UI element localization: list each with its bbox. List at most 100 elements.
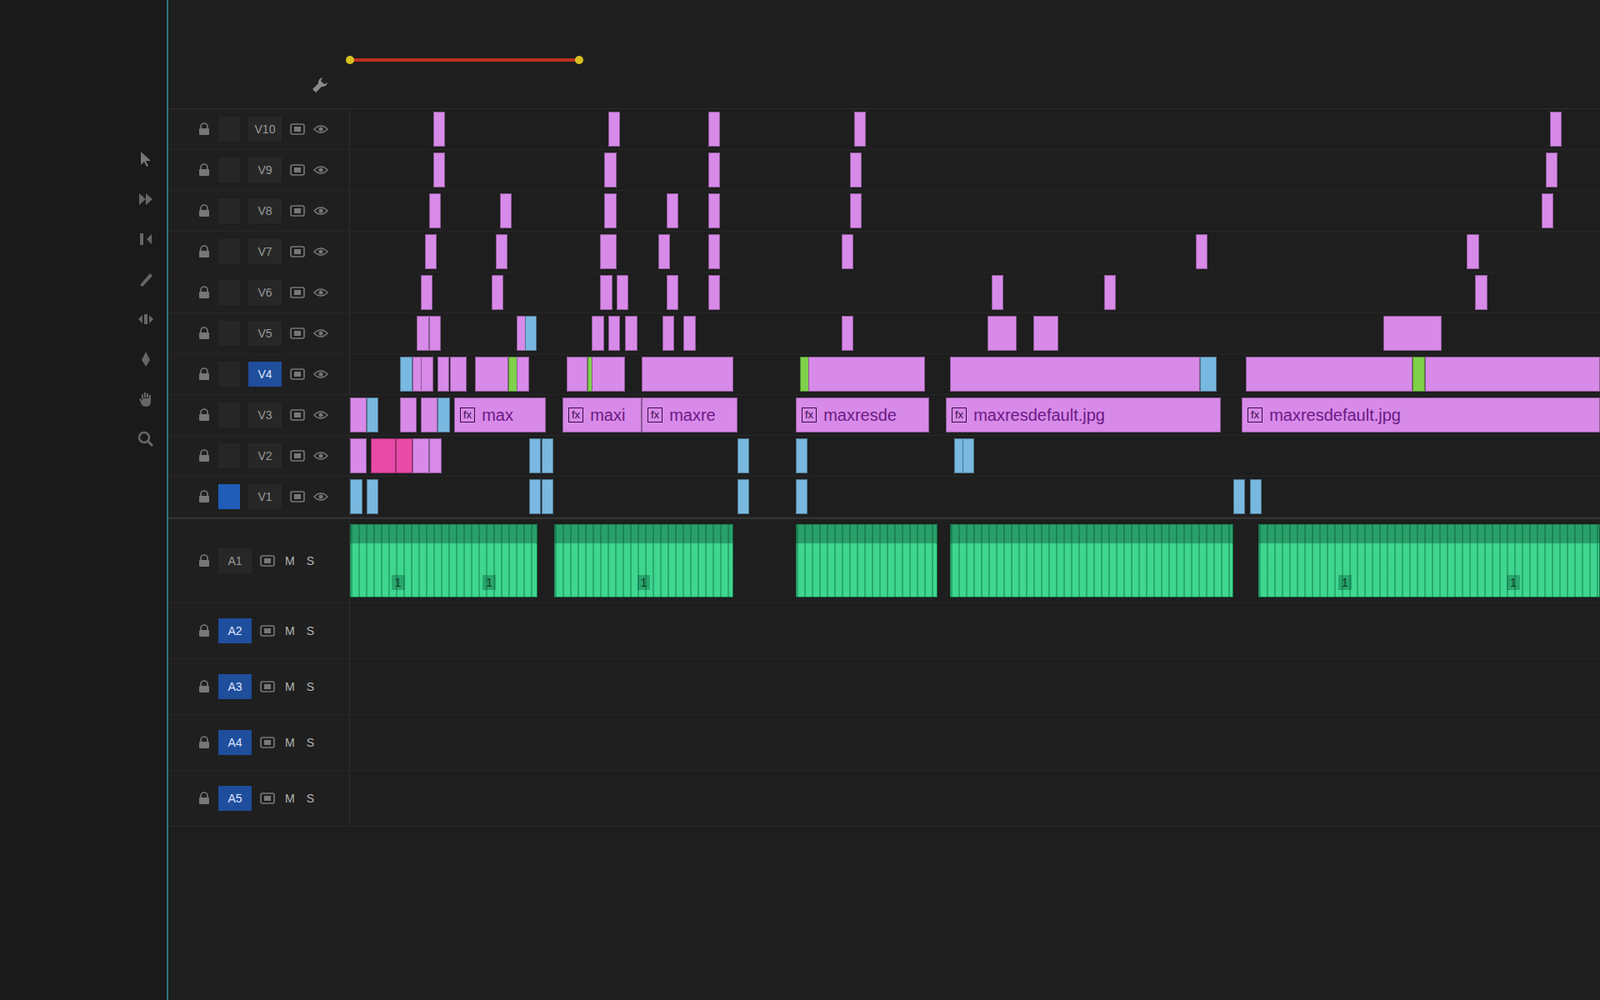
mute-button[interactable]: M bbox=[283, 680, 297, 694]
ruler-bar[interactable] bbox=[350, 0, 1600, 109]
clip[interactable]: 11 bbox=[350, 524, 538, 598]
clip[interactable] bbox=[420, 356, 434, 392]
clip[interactable] bbox=[400, 356, 413, 392]
track-name[interactable]: V9 bbox=[248, 157, 282, 183]
mute-button[interactable]: M bbox=[283, 554, 297, 568]
clip[interactable] bbox=[808, 356, 925, 392]
clip[interactable] bbox=[566, 356, 588, 392]
clip[interactable] bbox=[666, 275, 679, 310]
eye-icon[interactable] bbox=[313, 245, 329, 258]
lock-icon[interactable] bbox=[198, 163, 210, 177]
clip[interactable] bbox=[708, 111, 720, 147]
clip[interactable] bbox=[625, 315, 638, 351]
clip[interactable] bbox=[1425, 356, 1600, 392]
clip[interactable]: fxmax bbox=[454, 397, 546, 433]
clip[interactable] bbox=[366, 397, 379, 433]
clip[interactable] bbox=[1195, 234, 1208, 270]
track-name[interactable]: V7 bbox=[248, 239, 282, 265]
clip[interactable] bbox=[600, 234, 617, 270]
track-name[interactable]: V4 bbox=[248, 361, 282, 387]
razor-icon[interactable] bbox=[136, 270, 155, 289]
source-patch[interactable] bbox=[218, 443, 240, 469]
clip[interactable] bbox=[795, 479, 808, 515]
clip[interactable] bbox=[529, 438, 541, 474]
clip[interactable] bbox=[420, 397, 438, 433]
track-name[interactable]: V1 bbox=[248, 484, 282, 510]
clip[interactable] bbox=[1545, 152, 1558, 188]
clip[interactable] bbox=[795, 438, 808, 474]
lock-icon[interactable] bbox=[198, 554, 210, 568]
clip[interactable] bbox=[1250, 479, 1262, 515]
lock-icon[interactable] bbox=[198, 735, 210, 750]
clip[interactable] bbox=[662, 315, 675, 351]
eye-icon[interactable] bbox=[313, 368, 329, 380]
clip[interactable] bbox=[425, 234, 437, 270]
clip[interactable] bbox=[350, 397, 367, 433]
clip[interactable] bbox=[616, 275, 629, 310]
clip[interactable] bbox=[500, 193, 512, 229]
clip[interactable] bbox=[591, 356, 625, 392]
clip[interactable] bbox=[708, 193, 720, 229]
sync-icon[interactable] bbox=[260, 624, 275, 638]
source-patch[interactable] bbox=[218, 280, 240, 305]
mute-button[interactable]: M bbox=[283, 791, 297, 805]
source-patch[interactable] bbox=[218, 402, 240, 428]
source-patch[interactable] bbox=[218, 198, 240, 224]
clip[interactable]: 11 bbox=[1258, 524, 1600, 598]
clip[interactable] bbox=[420, 275, 433, 310]
source-patch[interactable] bbox=[218, 239, 240, 265]
clip[interactable]: fxmaxresdefault.jpg bbox=[1241, 397, 1600, 433]
solo-button[interactable]: S bbox=[305, 554, 316, 568]
eye-icon[interactable] bbox=[313, 409, 329, 421]
lock-icon[interactable] bbox=[198, 285, 210, 300]
clip[interactable] bbox=[841, 315, 854, 351]
clip[interactable] bbox=[1104, 275, 1116, 310]
clip[interactable] bbox=[850, 152, 862, 188]
clip[interactable] bbox=[987, 315, 1017, 351]
film-icon[interactable] bbox=[290, 490, 305, 504]
clip[interactable] bbox=[850, 193, 862, 229]
lock-icon[interactable] bbox=[198, 122, 210, 136]
clip[interactable] bbox=[416, 315, 430, 351]
clip[interactable] bbox=[1412, 356, 1425, 392]
film-icon[interactable] bbox=[290, 408, 305, 422]
eye-icon[interactable] bbox=[313, 490, 329, 503]
source-patch[interactable] bbox=[218, 320, 240, 346]
clip[interactable] bbox=[429, 315, 441, 351]
track-name[interactable]: V8 bbox=[248, 198, 282, 224]
clip[interactable] bbox=[495, 234, 508, 270]
work-area-bar[interactable] bbox=[350, 58, 580, 62]
lock-icon[interactable] bbox=[198, 449, 210, 463]
clip[interactable] bbox=[1033, 315, 1059, 351]
clip[interactable]: 1 bbox=[554, 524, 734, 598]
clip[interactable] bbox=[604, 193, 617, 229]
film-icon[interactable] bbox=[290, 449, 305, 463]
clip[interactable] bbox=[666, 193, 679, 229]
lock-icon[interactable] bbox=[198, 408, 210, 422]
mute-button[interactable]: M bbox=[283, 735, 297, 750]
track-name[interactable]: A5 bbox=[218, 785, 252, 811]
lock-icon[interactable] bbox=[198, 326, 210, 340]
lock-icon[interactable] bbox=[198, 490, 210, 504]
clip[interactable] bbox=[350, 479, 363, 515]
wrench-icon[interactable] bbox=[310, 75, 330, 95]
clip[interactable] bbox=[1245, 356, 1413, 392]
mute-button[interactable]: M bbox=[283, 624, 297, 638]
solo-button[interactable]: S bbox=[305, 624, 316, 638]
solo-button[interactable]: S bbox=[305, 791, 316, 805]
source-patch[interactable] bbox=[218, 361, 240, 387]
track-name[interactable]: V3 bbox=[248, 402, 282, 428]
lock-icon[interactable] bbox=[198, 680, 210, 694]
film-icon[interactable] bbox=[290, 326, 305, 340]
lock-icon[interactable] bbox=[198, 624, 210, 638]
sync-icon[interactable] bbox=[260, 791, 275, 805]
clip[interactable] bbox=[608, 111, 620, 147]
clip[interactable] bbox=[1200, 356, 1217, 392]
solo-button[interactable]: S bbox=[305, 735, 316, 750]
clip[interactable] bbox=[600, 275, 613, 310]
lock-icon[interactable] bbox=[198, 245, 210, 259]
lock-icon[interactable] bbox=[198, 204, 210, 218]
clip[interactable] bbox=[433, 111, 445, 147]
clip[interactable] bbox=[795, 524, 938, 598]
clip[interactable] bbox=[1233, 479, 1245, 515]
